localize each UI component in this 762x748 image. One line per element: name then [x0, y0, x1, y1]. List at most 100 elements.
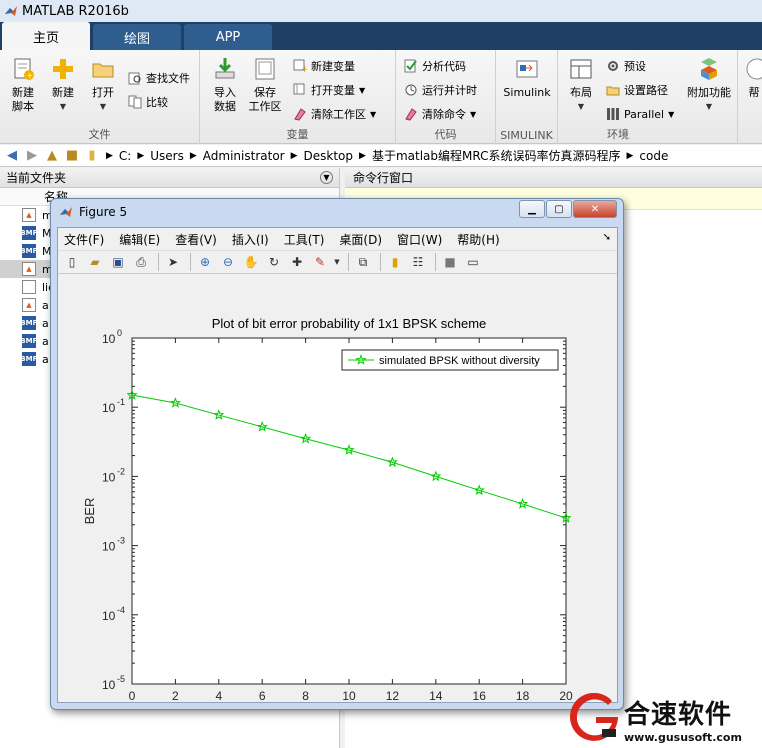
legend-icon[interactable]: ☷ — [408, 252, 428, 272]
toolbar-separator — [435, 253, 436, 271]
compare-button[interactable]: 比较 — [128, 92, 168, 112]
ber-chart[interactable]: Plot of bit error probability of 1x1 BPS… — [58, 276, 617, 722]
clear-workspace-dropdown-icon[interactable]: ▼ — [370, 110, 376, 119]
add-ons-button[interactable]: 附加功能 ▼ — [684, 56, 734, 114]
open-variable-button[interactable]: 打开变量 ▼ — [293, 80, 365, 100]
analyze-code-icon — [404, 59, 417, 73]
colorbar-icon[interactable]: ▮ — [385, 252, 405, 272]
ribbon-group-variable: 导入 数据 保存 工作区 + 新建变量 打开变量 ▼ 清除工作区 ▼ 变量 — [200, 50, 396, 144]
breadcrumb-users[interactable]: Users — [150, 149, 184, 163]
menu-view[interactable]: 查看(V) — [175, 231, 217, 248]
data-cursor-icon[interactable]: ✚ — [287, 252, 307, 272]
open-variable-dropdown-icon[interactable]: ▼ — [359, 86, 365, 95]
new-dropdown-icon[interactable]: ▼ — [60, 100, 66, 114]
site-watermark: 合速软件 www.gususoft.com — [568, 690, 762, 748]
show-tools-icon[interactable]: ▭ — [463, 252, 483, 272]
ribbon: + 新建 脚本 新建 ▼ 打开 ▼ 查找文件 比较 文件 导入 数据 保存 工作… — [0, 50, 762, 144]
menu-window[interactable]: 窗口(W) — [397, 231, 442, 248]
run-and-time-button[interactable]: 运行并计时 — [404, 80, 477, 100]
menu-desktop[interactable]: 桌面(D) — [339, 231, 382, 248]
back-arrow-icon[interactable]: ◀ — [4, 148, 20, 164]
print-icon[interactable]: ⎙ — [131, 252, 151, 272]
parallel-button[interactable]: Parallel ▼ — [606, 104, 674, 124]
menu-tools[interactable]: 工具(T) — [284, 231, 325, 248]
variable-group-label: 变量 — [286, 128, 309, 141]
tab-apps[interactable]: APP — [184, 24, 272, 50]
clear-commands-dropdown-icon[interactable]: ▼ — [470, 110, 476, 119]
simulink-button[interactable]: Simulink — [500, 56, 554, 100]
open-dropdown-icon[interactable]: ▼ — [100, 100, 106, 114]
zoom-out-icon[interactable]: ⊖ — [218, 252, 238, 272]
minimize-icon[interactable]: ▁ — [519, 200, 545, 218]
ribbon-group-environment: 布局 ▼ 预设 设置路径 Parallel ▼ 附加功能 ▼ 环境 — [558, 50, 738, 144]
menu-file[interactable]: 文件(F) — [64, 231, 104, 248]
breadcrumb-c[interactable]: C: — [119, 149, 131, 163]
import-data-button[interactable]: 导入 数据 — [208, 56, 242, 114]
clear-workspace-label: 清除工作区 — [311, 108, 366, 121]
help-button[interactable]: 帮 — [744, 56, 762, 100]
new-variable-button[interactable]: + 新建变量 — [293, 56, 355, 76]
close-icon[interactable]: ✕ — [573, 200, 617, 218]
dock-arrow-icon[interactable]: ➘ — [603, 232, 611, 243]
open-folder-icon — [92, 63, 114, 78]
plot-area: Plot of bit error probability of 1x1 BPS… — [58, 276, 617, 722]
layout-dropdown-icon[interactable]: ▼ — [578, 100, 584, 114]
y-tick-label-base: 10 — [102, 332, 116, 346]
breadcrumb-desktop[interactable]: Desktop — [304, 149, 354, 163]
breadcrumb-project-folder[interactable]: 基于matlab编程MRC系统误码率仿真源码程序 — [372, 147, 621, 164]
new-button[interactable]: 新建 ▼ — [46, 56, 80, 114]
x-tick-label: 0 — [129, 689, 136, 702]
clear-commands-button[interactable]: 清除命令 ▼ — [404, 104, 476, 124]
run-and-time-label: 运行并计时 — [422, 84, 477, 97]
open-button[interactable]: 打开 ▼ — [86, 56, 120, 114]
x-tick-label: 18 — [516, 689, 530, 702]
breadcrumb-code[interactable]: code — [639, 149, 668, 163]
pan-icon[interactable]: ✋ — [241, 252, 261, 272]
current-folder-header: 当前文件夹 ▼ — [0, 168, 339, 188]
menu-help[interactable]: 帮助(H) — [457, 231, 499, 248]
x-tick-label: 4 — [215, 689, 222, 702]
new-figure-icon[interactable]: ▯ — [62, 252, 82, 272]
layout-icon — [570, 59, 592, 79]
browse-folder-icon[interactable]: ■ — [64, 148, 80, 164]
save-icon[interactable]: ▣ — [108, 252, 128, 272]
link-icon[interactable]: ⧉ — [353, 252, 373, 272]
forward-arrow-icon[interactable]: ▶ — [24, 148, 40, 164]
brush-icon[interactable]: ✎ — [310, 252, 330, 272]
preferences-button[interactable]: 预设 — [606, 56, 646, 76]
window-controls: ▁ ▢ ✕ — [518, 200, 617, 218]
clear-workspace-button[interactable]: 清除工作区 ▼ — [293, 104, 376, 124]
brush-dropdown-icon[interactable]: ▼ — [333, 252, 341, 272]
figure-titlebar[interactable]: Figure 5 ▁ ▢ ✕ — [51, 199, 623, 225]
find-files-button[interactable]: 查找文件 — [128, 68, 190, 88]
new-variable-label: 新建变量 — [311, 60, 355, 73]
toolbar-separator — [158, 253, 159, 271]
app-title: MATLAB R2016b — [22, 3, 129, 19]
analyze-code-button[interactable]: 分析代码 — [404, 56, 466, 76]
menu-edit[interactable]: 编辑(E) — [119, 231, 160, 248]
maximize-icon[interactable]: ▢ — [546, 200, 572, 218]
pointer-icon[interactable]: ➤ — [163, 252, 183, 272]
layout-button[interactable]: 布局 ▼ — [566, 56, 596, 114]
hide-tools-icon[interactable]: ■ — [440, 252, 460, 272]
svg-text:+: + — [27, 71, 34, 80]
open-variable-label: 打开变量 — [311, 84, 355, 97]
add-ons-dropdown-icon[interactable]: ▼ — [706, 100, 712, 114]
zoom-in-icon[interactable]: ⊕ — [195, 252, 215, 272]
new-script-button[interactable]: + 新建 脚本 — [6, 56, 40, 114]
tab-home[interactable]: 主页 — [2, 22, 90, 50]
open-icon[interactable]: ▰ — [85, 252, 105, 272]
panel-menu-icon[interactable]: ▼ — [320, 171, 333, 184]
clear-workspace-icon — [294, 108, 306, 121]
tab-plots[interactable]: 绘图 — [93, 24, 181, 50]
up-folder-icon[interactable]: ▲ — [44, 148, 60, 164]
y-tick-label-base: 10 — [102, 470, 116, 484]
import-data-icon — [215, 58, 235, 79]
menu-insert[interactable]: 插入(I) — [232, 231, 269, 248]
save-workspace-button[interactable]: 保存 工作区 — [248, 56, 282, 114]
gusu-logo-icon — [570, 693, 618, 741]
set-path-button[interactable]: 设置路径 — [606, 80, 668, 100]
rotate-icon[interactable]: ↻ — [264, 252, 284, 272]
breadcrumb-administrator[interactable]: Administrator — [203, 149, 285, 163]
parallel-dropdown-icon[interactable]: ▼ — [668, 110, 674, 119]
